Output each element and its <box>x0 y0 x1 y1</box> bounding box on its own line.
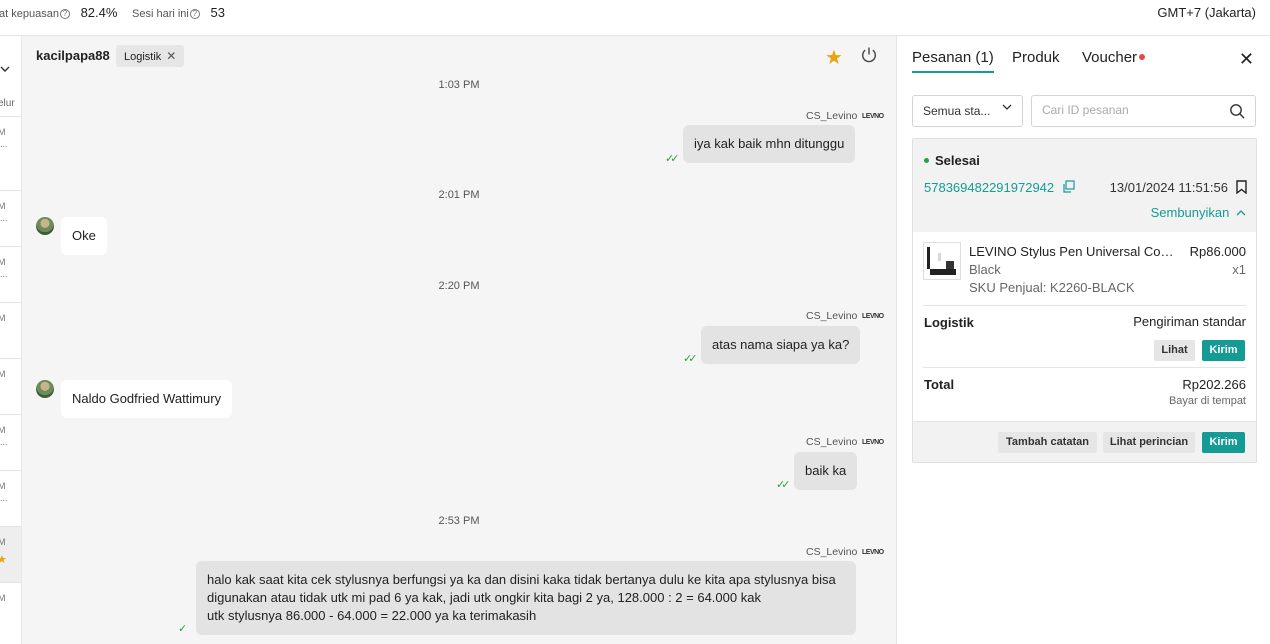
timestamp: 2:01 PM <box>438 189 480 201</box>
copy-icon[interactable] <box>1062 180 1075 193</box>
order-card-header: Selesai 578369482291972942 13/01/2024 11… <box>913 139 1256 232</box>
levino-logo: LEVNO <box>862 549 884 556</box>
sender-name: CS_Levino <box>806 310 858 322</box>
timestamp: 1:03 PM <box>438 79 480 91</box>
timestamp: 2:20 PM <box>438 280 480 292</box>
sender-name: CS_Levino <box>806 546 858 558</box>
read-receipt-icon: ✓✓ <box>683 353 698 365</box>
product-sku: SKU Penjual: K2260-BLACK <box>969 280 1135 295</box>
sessions-value: 53 <box>210 5 225 20</box>
status-dot <box>924 158 929 163</box>
order-panel: Pesanan (1) Produk Voucher ✕ Semua sta..… <box>896 36 1270 644</box>
notification-dot <box>1139 54 1146 60</box>
message-bubble-long: halo kak saat kita cek stylusnya berfung… <box>196 561 856 635</box>
order-date: 13/01/2024 11:51:56 <box>1109 180 1228 195</box>
message-bubble: Oke <box>61 217 107 255</box>
star-icon[interactable]: ★ <box>825 45 843 70</box>
logistics-value: Pengiriman standar <box>1133 314 1246 329</box>
conversation-item[interactable]: M <box>0 302 21 358</box>
tab-vouchers[interactable]: Voucher <box>1082 49 1146 66</box>
total-label: Total <box>924 377 955 392</box>
levino-logo: LEVNO <box>862 439 884 446</box>
conversation-item[interactable]: M... <box>0 190 21 246</box>
satisfaction-value: 82.4% <box>80 5 118 20</box>
read-receipt-icon: ✓✓ <box>776 479 791 491</box>
conversation-item[interactable]: M... <box>0 246 21 302</box>
send-logistics-button[interactable]: Kirim <box>1202 340 1245 361</box>
sender-name: CS_Levino <box>806 110 858 122</box>
order-card-footer: Tambah catatan Lihat perincian Kirim <box>913 421 1256 462</box>
order-search[interactable] <box>1031 95 1256 127</box>
product-price: Rp86.000 <box>1189 244 1246 259</box>
chat-window: kacilpapa88 Logistik ✕ ★ 1:03 PM CS_Levin… <box>22 36 896 644</box>
chevron-down-icon[interactable] <box>0 62 10 76</box>
top-bar: at kepuasan? 82.4% Sesi hari ini? 53 GMT… <box>0 0 1270 36</box>
conversation-item[interactable]: M... <box>0 470 21 526</box>
timezone-label: GMT+7 (Jakarta) <box>1157 5 1256 20</box>
product-name[interactable]: LEVINO Stylus Pen Universal Com... <box>969 244 1175 259</box>
hide-details-link[interactable]: Sembunyikan <box>1151 205 1246 220</box>
conversation-item[interactable]: M... <box>0 116 21 172</box>
customer-avatar <box>36 217 54 235</box>
conversation-item[interactable]: M <box>0 358 21 414</box>
read-receipt-icon: ✓ <box>178 623 187 635</box>
message-bubble: iya kak baik mhn ditunggu <box>683 125 856 163</box>
chevron-up-icon <box>1236 210 1246 216</box>
search-icon[interactable] <box>1229 103 1245 119</box>
total-value: Rp202.266 <box>1182 377 1246 392</box>
tab-orders[interactable]: Pesanan (1) <box>912 49 994 73</box>
product-variant: Black <box>969 262 1001 277</box>
chat-username: kacilpapa88 <box>36 48 110 63</box>
order-status: Selesai <box>924 153 980 168</box>
help-icon[interactable]: ? <box>189 9 200 19</box>
order-card: Selesai 578369482291972942 13/01/2024 11… <box>912 138 1257 463</box>
close-icon[interactable]: ✕ <box>1239 49 1254 70</box>
conversation-item[interactable]: M... <box>0 414 21 470</box>
message-bubble: Naldo Godfried Wattimury <box>61 380 233 418</box>
timestamp: 2:53 PM <box>438 515 480 527</box>
chat-header: kacilpapa88 Logistik ✕ ★ <box>22 36 896 76</box>
logistics-label: Logistik <box>924 315 974 330</box>
conversation-list: elur M... M... M... M M M... M... M★ M <box>0 36 22 644</box>
view-logistics-button[interactable]: Lihat <box>1154 340 1195 361</box>
chevron-down-icon <box>1002 103 1012 114</box>
sender-name: CS_Levino <box>806 436 858 448</box>
status-filter-dropdown[interactable]: Semua sta... <box>912 95 1023 127</box>
payment-method: Bayar di tempat <box>1168 395 1246 407</box>
add-note-button[interactable]: Tambah catatan <box>998 432 1097 453</box>
conversation-item[interactable]: M <box>0 582 21 638</box>
customer-avatar <box>36 380 54 398</box>
view-details-button[interactable]: Lihat perincian <box>1103 432 1195 453</box>
satisfaction-stat: at kepuasan? 82.4% <box>0 5 118 20</box>
order-id-link[interactable]: 578369482291972942 <box>924 180 1054 195</box>
product-thumbnail[interactable] <box>923 242 961 280</box>
tab-products[interactable]: Produk <box>1012 49 1060 66</box>
message-bubble: atas nama siapa ya ka? <box>701 326 861 364</box>
close-icon[interactable]: ✕ <box>166 49 176 63</box>
star-icon: ★ <box>0 553 7 566</box>
sessions-stat: Sesi hari ini? 53 <box>132 5 225 20</box>
send-order-button[interactable]: Kirim <box>1202 432 1245 453</box>
divider <box>923 367 1246 368</box>
help-icon[interactable]: ? <box>59 9 70 19</box>
logistics-tag: Logistik ✕ <box>116 45 185 67</box>
search-input[interactable] <box>1042 103 1212 117</box>
power-icon[interactable] <box>860 46 878 64</box>
levino-logo: LEVNO <box>862 113 884 120</box>
read-receipt-icon: ✓✓ <box>665 153 680 165</box>
message-bubble: baik ka <box>794 452 858 490</box>
filter-fragment[interactable]: elur <box>0 98 15 109</box>
conversation-item-active[interactable]: M★ <box>0 526 21 582</box>
bookmark-icon[interactable] <box>1236 180 1247 194</box>
divider <box>923 305 1246 306</box>
levino-logo: LEVNO <box>862 313 884 320</box>
product-quantity: x1 <box>1232 262 1246 277</box>
